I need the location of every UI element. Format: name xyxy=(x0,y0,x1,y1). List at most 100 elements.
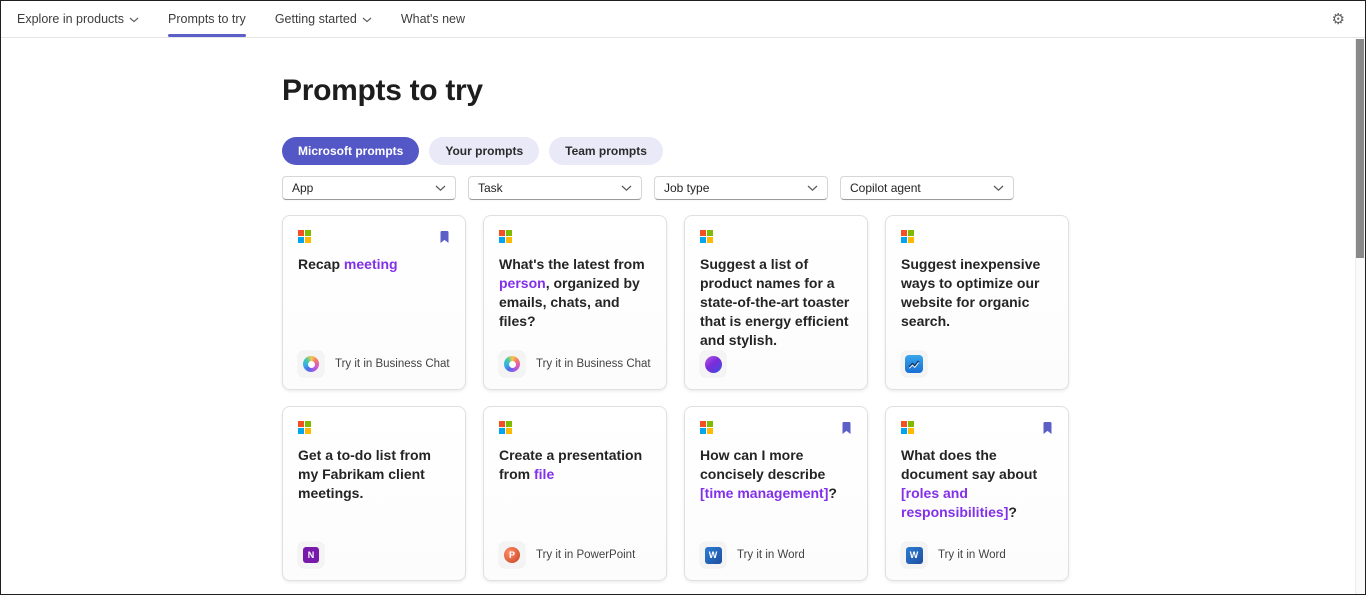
card-footer xyxy=(901,351,927,377)
card-text-segment: Suggest inexpensive ways to optimize our… xyxy=(901,256,1040,329)
prompt-text: What's the latest from person, organized… xyxy=(499,255,651,331)
tab-your-prompts[interactable]: Your prompts xyxy=(429,137,539,165)
prompt-text: Get a to-do list from my Fabrikam client… xyxy=(298,446,450,503)
dropdown-value: Job type xyxy=(664,181,709,195)
prompt-text: Recap meeting xyxy=(298,255,450,274)
card-entity-text: [time management] xyxy=(700,485,828,501)
dropdown-value: Copilot agent xyxy=(850,181,921,195)
bookmark-icon[interactable] xyxy=(841,421,852,440)
card-footer: Try it in Business Chat xyxy=(499,351,651,377)
nav-item-prompts-to-try[interactable]: Prompts to try xyxy=(168,1,246,37)
card-footer: WTry it in Word xyxy=(700,542,805,568)
prompt-card[interactable]: Get a to-do list from my Fabrikam client… xyxy=(282,406,466,581)
try-it-label: Try it in PowerPoint xyxy=(536,549,635,561)
card-footer: N xyxy=(298,542,324,568)
bookmark-icon[interactable] xyxy=(1042,421,1053,440)
tab-team-prompts[interactable]: Team prompts xyxy=(549,137,663,165)
card-entity-text: meeting xyxy=(344,256,398,272)
dropdown-value: Task xyxy=(478,181,503,195)
card-text-segment: What does the document say about xyxy=(901,447,1037,482)
card-text-segment: ? xyxy=(828,485,837,501)
tab-microsoft-prompts[interactable]: Microsoft prompts xyxy=(282,137,419,165)
microsoft-logo-icon xyxy=(901,230,914,243)
card-text-segment: Create a presentation from xyxy=(499,447,642,482)
card-text-segment: Suggest a list of product names for a st… xyxy=(700,256,849,348)
bookmark-icon[interactable] xyxy=(439,230,450,249)
microsoft-logo-icon xyxy=(499,421,512,434)
app-filter-dropdown[interactable]: App xyxy=(282,176,456,200)
prompt-card[interactable]: How can I more concisely describe [time … xyxy=(684,406,868,581)
copilot-icon xyxy=(303,356,319,372)
prompt-card[interactable]: Recap meeting Try it in Business Chat xyxy=(282,215,466,390)
card-header xyxy=(901,421,1053,437)
chevron-down-icon xyxy=(435,181,446,195)
card-text-segment: How can I more concisely describe xyxy=(700,447,825,482)
app-icon-tile: P xyxy=(499,542,525,568)
app-icon-tile: N xyxy=(298,542,324,568)
microsoft-logo-icon xyxy=(901,421,914,434)
card-header xyxy=(901,230,1053,246)
prompt-text: Create a presentation from file xyxy=(499,446,651,484)
try-it-label: Try it in Word xyxy=(938,549,1006,561)
prompt-card[interactable]: Create a presentation from file P Try it i… xyxy=(483,406,667,581)
copilot-agent-filter-dropdown[interactable]: Copilot agent xyxy=(840,176,1014,200)
app-icon-tile xyxy=(499,351,525,377)
card-entity-text: file xyxy=(534,466,554,482)
dropdown-value: App xyxy=(292,181,313,195)
card-footer: WTry it in Word xyxy=(901,542,1006,568)
app-window: Explore in products Prompts to try Getti… xyxy=(0,0,1366,595)
microsoft-logo-icon xyxy=(700,421,713,434)
microsoft-logo-icon xyxy=(700,230,713,243)
nav-item-explore-in-products[interactable]: Explore in products xyxy=(17,1,139,37)
prompt-card[interactable]: Suggest a list of product names for a st… xyxy=(684,215,868,390)
chevron-down-icon xyxy=(129,17,139,23)
card-text-segment: Get a to-do list from my Fabrikam client… xyxy=(298,447,431,501)
job-type-filter-dropdown[interactable]: Job type xyxy=(654,176,828,200)
onenote-icon: N xyxy=(303,547,319,563)
app-icon-tile xyxy=(700,351,726,377)
gear-icon[interactable]: ⚙ xyxy=(1332,1,1345,37)
vertical-scrollbar[interactable] xyxy=(1355,39,1365,594)
card-footer: P Try it in PowerPoint xyxy=(499,542,635,568)
prompt-card[interactable]: What's the latest from person, organized… xyxy=(483,215,667,390)
card-entity-text: [roles and responsibilities] xyxy=(901,485,1008,520)
task-filter-dropdown[interactable]: Task xyxy=(468,176,642,200)
chevron-down-icon xyxy=(362,17,372,23)
card-header xyxy=(700,230,852,246)
page-title: Prompts to try xyxy=(282,74,1069,108)
copilot-icon xyxy=(504,356,520,372)
powerpoint-icon: P xyxy=(504,547,520,563)
try-it-label: Try it in Business Chat xyxy=(335,358,450,370)
nav-item-label: Prompts to try xyxy=(168,12,246,26)
nav-item-label: Getting started xyxy=(275,12,357,26)
app-icon-tile xyxy=(298,351,324,377)
microsoft-logo-icon xyxy=(298,421,311,434)
card-footer: Try it in Business Chat xyxy=(298,351,450,377)
microsoft-logo-icon xyxy=(298,230,311,243)
nav-item-label: What's new xyxy=(401,12,465,26)
card-header xyxy=(298,230,450,246)
card-text-segment: What's the latest from xyxy=(499,256,645,272)
nav-item-whats-new[interactable]: What's new xyxy=(401,1,465,37)
prompt-source-tabs: Microsoft prompts Your prompts Team prom… xyxy=(282,137,1069,165)
filter-row: App Task Job type Copilot agent xyxy=(282,176,1069,200)
prompt-text: What does the document say about [roles … xyxy=(901,446,1053,522)
chevron-down-icon xyxy=(621,181,632,195)
nav-item-getting-started[interactable]: Getting started xyxy=(275,1,372,37)
card-header xyxy=(298,421,450,437)
scrollbar-thumb[interactable] xyxy=(1356,39,1364,258)
card-header xyxy=(499,421,651,437)
chevron-down-icon xyxy=(993,181,1004,195)
card-entity-text: person xyxy=(499,275,546,291)
prompt-card[interactable]: Suggest inexpensive ways to optimize our… xyxy=(885,215,1069,390)
analytics-app-icon xyxy=(905,355,923,373)
try-it-label: Try it in Business Chat xyxy=(536,358,651,370)
prompt-card[interactable]: What does the document say about [roles … xyxy=(885,406,1069,581)
microsoft-logo-icon xyxy=(499,230,512,243)
word-icon: W xyxy=(705,547,722,564)
chevron-down-icon xyxy=(807,181,818,195)
card-header xyxy=(700,421,852,437)
main-content: Prompts to try Microsoft prompts Your pr… xyxy=(282,74,1069,595)
app-icon-tile xyxy=(901,351,927,377)
nav-item-label: Explore in products xyxy=(17,12,124,26)
